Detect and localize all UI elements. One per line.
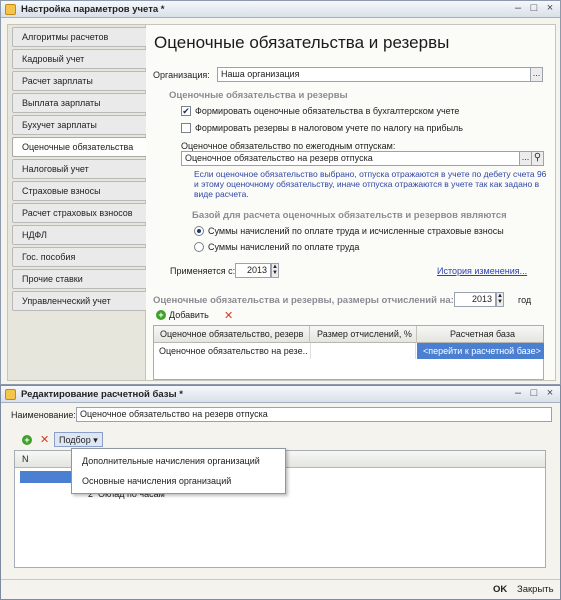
vacation-liability-label: Оценочное обязательство по ежегодным отп… — [181, 141, 396, 151]
edit-base-dialog: Редактирование расчетной базы * – □ × На… — [0, 385, 561, 600]
menu-item-additional-accruals[interactable]: Дополнительные начисления организаций — [82, 456, 260, 466]
sidebar-item-state-benefits[interactable]: Гос. пособия — [12, 247, 149, 267]
dialog-footer: OK Закрыть — [1, 579, 560, 599]
ok-button[interactable]: OK — [493, 584, 507, 595]
close-button[interactable]: Закрыть — [517, 584, 554, 595]
table-section-title: Оценочные обязательства и резервы, разме… — [153, 295, 454, 306]
radio-payroll-only[interactable] — [194, 242, 204, 252]
sidebar-item-management[interactable]: Управленческий учет — [12, 291, 149, 311]
section-base-title: Базой для расчета оценочных обязательств… — [192, 210, 507, 221]
delete-icon[interactable]: ✕ — [40, 435, 49, 446]
applies-from-label: Применяется с: — [170, 266, 236, 276]
app-icon — [5, 3, 16, 15]
maximize-icon[interactable]: □ — [528, 387, 540, 399]
year-suffix: год — [518, 295, 532, 305]
sidebar-item-tax-accounting[interactable]: Налоговый учет — [12, 159, 149, 179]
add-icon: + — [156, 310, 166, 320]
pick-button[interactable]: Подбор ▾ — [54, 432, 103, 447]
dropdown-arrow-icon: ▾ — [93, 435, 98, 445]
checkmark-icon: ✔ — [182, 106, 190, 116]
table-year-field[interactable]: 2013 — [454, 292, 496, 307]
close-icon[interactable]: × — [544, 387, 556, 399]
sidebar-item-estimated-liabilities[interactable]: Оценочные обязательства — [12, 137, 152, 157]
settings-titlebar: Настройка параметров учета * – □ × — [1, 1, 560, 18]
name-field[interactable]: Оценочное обязательство на резерв отпуск… — [76, 407, 552, 422]
form-liabilities-label: Формировать оценочные обязательства в бу… — [195, 106, 460, 116]
vacation-liability-field[interactable]: Оценочное обязательство на резерв отпуск… — [181, 151, 520, 166]
col-divider — [416, 326, 417, 343]
sidebar: Алгоритмы расчетов Кадровый учет Расчет … — [7, 24, 152, 381]
col-number[interactable]: N — [22, 454, 29, 464]
applies-year-field[interactable]: 2013 — [235, 263, 271, 278]
minimize-icon[interactable]: – — [512, 387, 524, 399]
sidebar-item-other-rates[interactable]: Прочие ставки — [12, 269, 149, 289]
hint-text: Если оценочное обязательство выбрано, от… — [194, 169, 547, 199]
spin-arrows-icon[interactable]: ▲ ▼ — [496, 292, 504, 307]
col-percent[interactable]: Размер отчислений, % — [317, 329, 412, 339]
menu-item-main-accruals[interactable]: Основные начисления организаций — [82, 476, 231, 486]
sidebar-item-payroll-calc[interactable]: Расчет зарплаты — [12, 71, 149, 91]
sidebar-item-payroll-accounting[interactable]: Бухучет зарплаты — [12, 115, 149, 135]
sidebar-item-personnel[interactable]: Кадровый учет — [12, 49, 149, 69]
section-liabilities-title: Оценочные обязательства и резервы — [169, 90, 348, 101]
settings-window: Настройка параметров учета * – □ × Алгор… — [0, 0, 561, 385]
pick-button-label: Подбор — [59, 435, 91, 445]
org-select-button[interactable]: ... — [530, 67, 543, 82]
table-cell-base[interactable]: <перейти к расчетной базе> — [417, 343, 544, 359]
table-cell-liability[interactable]: Оценочное обязательство на резе... — [159, 346, 307, 356]
sidebar-item-algorithms[interactable]: Алгоритмы расчетов — [12, 27, 149, 47]
col-base[interactable]: Расчетная база — [450, 329, 515, 339]
history-link[interactable]: История изменения... — [437, 266, 527, 276]
sidebar-item-ndfl[interactable]: НДФЛ — [12, 225, 149, 245]
pick-dropdown-menu: Дополнительные начисления организаций Ос… — [71, 448, 286, 494]
sidebar-item-payroll-payment[interactable]: Выплата зарплаты — [12, 93, 149, 113]
radio-payroll-and-insurance-label: Суммы начислений по оплате труда и исчис… — [208, 226, 504, 236]
window-title: Настройка параметров учета * — [21, 3, 165, 15]
form-reserves-label: Формировать резервы в налоговом учете по… — [195, 123, 463, 133]
app-icon — [5, 388, 16, 400]
dialog-title: Редактирование расчетной базы * — [21, 388, 183, 400]
dialog-titlebar: Редактирование расчетной базы * – □ × — [1, 386, 560, 403]
add-button[interactable]: + Добавить — [156, 310, 209, 320]
sidebar-item-insurance-calc[interactable]: Расчет страховых взносов — [12, 203, 149, 223]
add-button-label: Добавить — [169, 310, 209, 320]
radio-payroll-only-label: Суммы начислений по оплате труда — [208, 242, 360, 252]
org-field[interactable]: Наша организация — [217, 67, 531, 82]
radio-payroll-and-insurance[interactable] — [194, 226, 204, 236]
maximize-icon[interactable]: □ — [528, 2, 540, 14]
sidebar-item-insurance[interactable]: Страховые взносы — [12, 181, 149, 201]
delete-icon[interactable]: ✕ — [224, 311, 233, 322]
spin-arrows-icon[interactable]: ▲ ▼ — [271, 263, 279, 278]
settings-content: Оценочные обязательства и резервы Органи… — [146, 24, 556, 381]
page-title: Оценочные обязательства и резервы — [154, 33, 450, 52]
minimize-icon[interactable]: – — [512, 2, 524, 14]
add-icon[interactable]: + — [22, 435, 32, 445]
search-icon[interactable]: ⚲ — [531, 151, 544, 166]
name-label: Наименование: — [11, 410, 76, 420]
close-icon[interactable]: × — [544, 2, 556, 14]
table-header: Оценочное обязательство, резерв Размер о… — [154, 326, 543, 343]
col-divider — [309, 326, 310, 343]
col-liability[interactable]: Оценочное обязательство, резерв — [160, 329, 303, 339]
org-label: Организация: — [153, 70, 210, 80]
liabilities-table[interactable]: Оценочное обязательство, резерв Размер о… — [153, 325, 544, 380]
form-liabilities-checkbox[interactable]: ✔ — [181, 106, 191, 116]
table-cell-percent[interactable] — [310, 343, 416, 359]
form-reserves-checkbox[interactable] — [181, 123, 191, 133]
